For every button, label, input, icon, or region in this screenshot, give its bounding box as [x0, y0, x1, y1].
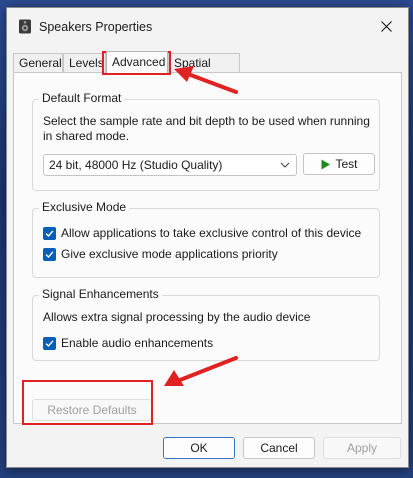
default-format-description: Select the sample rate and bit depth to …	[43, 114, 370, 143]
exclusive-control-option[interactable]: Allow applications to take exclusive con…	[43, 226, 361, 240]
format-select-value: 24 bit, 48000 Hz (Studio Quality)	[49, 158, 223, 172]
chevron-down-icon	[280, 162, 290, 168]
format-select[interactable]: 24 bit, 48000 Hz (Studio Quality)	[43, 154, 297, 176]
exclusive-priority-label: Give exclusive mode applications priorit…	[61, 247, 278, 261]
default-format-title: Default Format	[39, 91, 125, 105]
test-button-label: Test	[335, 157, 358, 171]
cancel-button[interactable]: Cancel	[243, 437, 315, 459]
checkbox[interactable]	[43, 336, 56, 350]
checkmark-icon	[45, 229, 54, 237]
signal-enhancements-title: Signal Enhancements	[39, 287, 162, 301]
annotation-arrow-icon	[164, 356, 238, 386]
tab-levels[interactable]: Levels	[63, 53, 106, 72]
play-icon	[321, 159, 331, 169]
annotation-arrow-icon	[174, 66, 238, 94]
close-icon	[380, 20, 392, 32]
title-bar: Speakers Properties	[7, 8, 408, 44]
restore-defaults-highlight	[22, 380, 153, 425]
checkmark-icon	[45, 250, 54, 258]
checkbox[interactable]	[43, 247, 56, 261]
speaker-icon	[19, 19, 31, 34]
tab-advanced[interactable]: Advanced	[106, 51, 168, 73]
checkmark-icon	[45, 339, 54, 347]
signal-enhancements-description: Allows extra signal processing by the au…	[43, 310, 311, 324]
tab-general[interactable]: General	[13, 53, 63, 72]
test-button[interactable]: Test	[303, 153, 375, 175]
checkbox[interactable]	[43, 226, 56, 240]
apply-button[interactable]: Apply	[323, 437, 401, 459]
exclusive-priority-option[interactable]: Give exclusive mode applications priorit…	[43, 247, 278, 261]
ok-button[interactable]: OK	[163, 437, 235, 459]
audio-enhancements-label: Enable audio enhancements	[61, 336, 214, 350]
window-title: Speakers Properties	[39, 20, 153, 34]
exclusive-mode-title: Exclusive Mode	[39, 200, 130, 214]
exclusive-mode-group: Exclusive Mode Allow applications to tak…	[32, 200, 380, 278]
audio-enhancements-option[interactable]: Enable audio enhancements	[43, 336, 213, 350]
default-format-group: Default Format Select the sample rate an…	[32, 91, 380, 191]
exclusive-control-label: Allow applications to take exclusive con…	[61, 226, 362, 240]
close-button[interactable]	[370, 14, 402, 38]
